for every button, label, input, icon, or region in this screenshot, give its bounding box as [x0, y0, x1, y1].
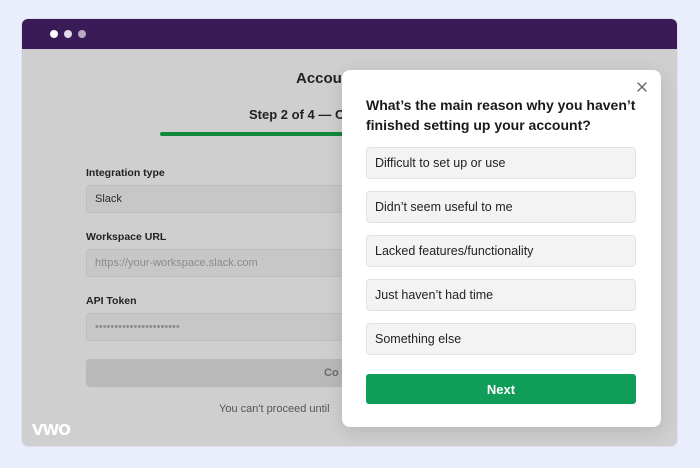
- proceed-note: You can't proceed until: [219, 403, 330, 415]
- survey-options: Difficult to set up or use Didn’t seem u…: [366, 147, 636, 367]
- page-title: Accou: [296, 70, 342, 87]
- window-dot-icon: [64, 30, 72, 38]
- progress-bar: [160, 132, 350, 136]
- option-no-time[interactable]: Just haven’t had time: [366, 279, 636, 311]
- api-token-input[interactable]: ••••••••••••••••••••••: [86, 313, 366, 341]
- step-indicator: Step 2 of 4 — C: [249, 107, 345, 122]
- close-icon[interactable]: [635, 80, 649, 94]
- continue-button[interactable]: Co: [86, 359, 366, 387]
- window-titlebar: [22, 19, 677, 49]
- survey-modal: What’s the main reason why you haven’t f…: [342, 70, 661, 427]
- window-dot-icon: [78, 30, 86, 38]
- api-token-label: API Token: [86, 295, 137, 307]
- survey-question: What’s the main reason why you haven’t f…: [366, 97, 636, 133]
- next-button[interactable]: Next: [366, 374, 636, 404]
- option-lacked-features[interactable]: Lacked features/functionality: [366, 235, 636, 267]
- option-not-useful[interactable]: Didn’t seem useful to me: [366, 191, 636, 223]
- window-dot-icon: [50, 30, 58, 38]
- option-something-else[interactable]: Something else: [366, 323, 636, 355]
- workspace-url-label: Workspace URL: [86, 231, 167, 243]
- integration-type-select[interactable]: Slack: [86, 185, 366, 213]
- vwo-logo-icon: VWO: [32, 421, 71, 439]
- integration-type-label: Integration type: [86, 167, 165, 179]
- workspace-url-input[interactable]: https://your-workspace.slack.com: [86, 249, 366, 277]
- option-difficult[interactable]: Difficult to set up or use: [366, 147, 636, 179]
- continue-button-label: Co: [324, 367, 339, 379]
